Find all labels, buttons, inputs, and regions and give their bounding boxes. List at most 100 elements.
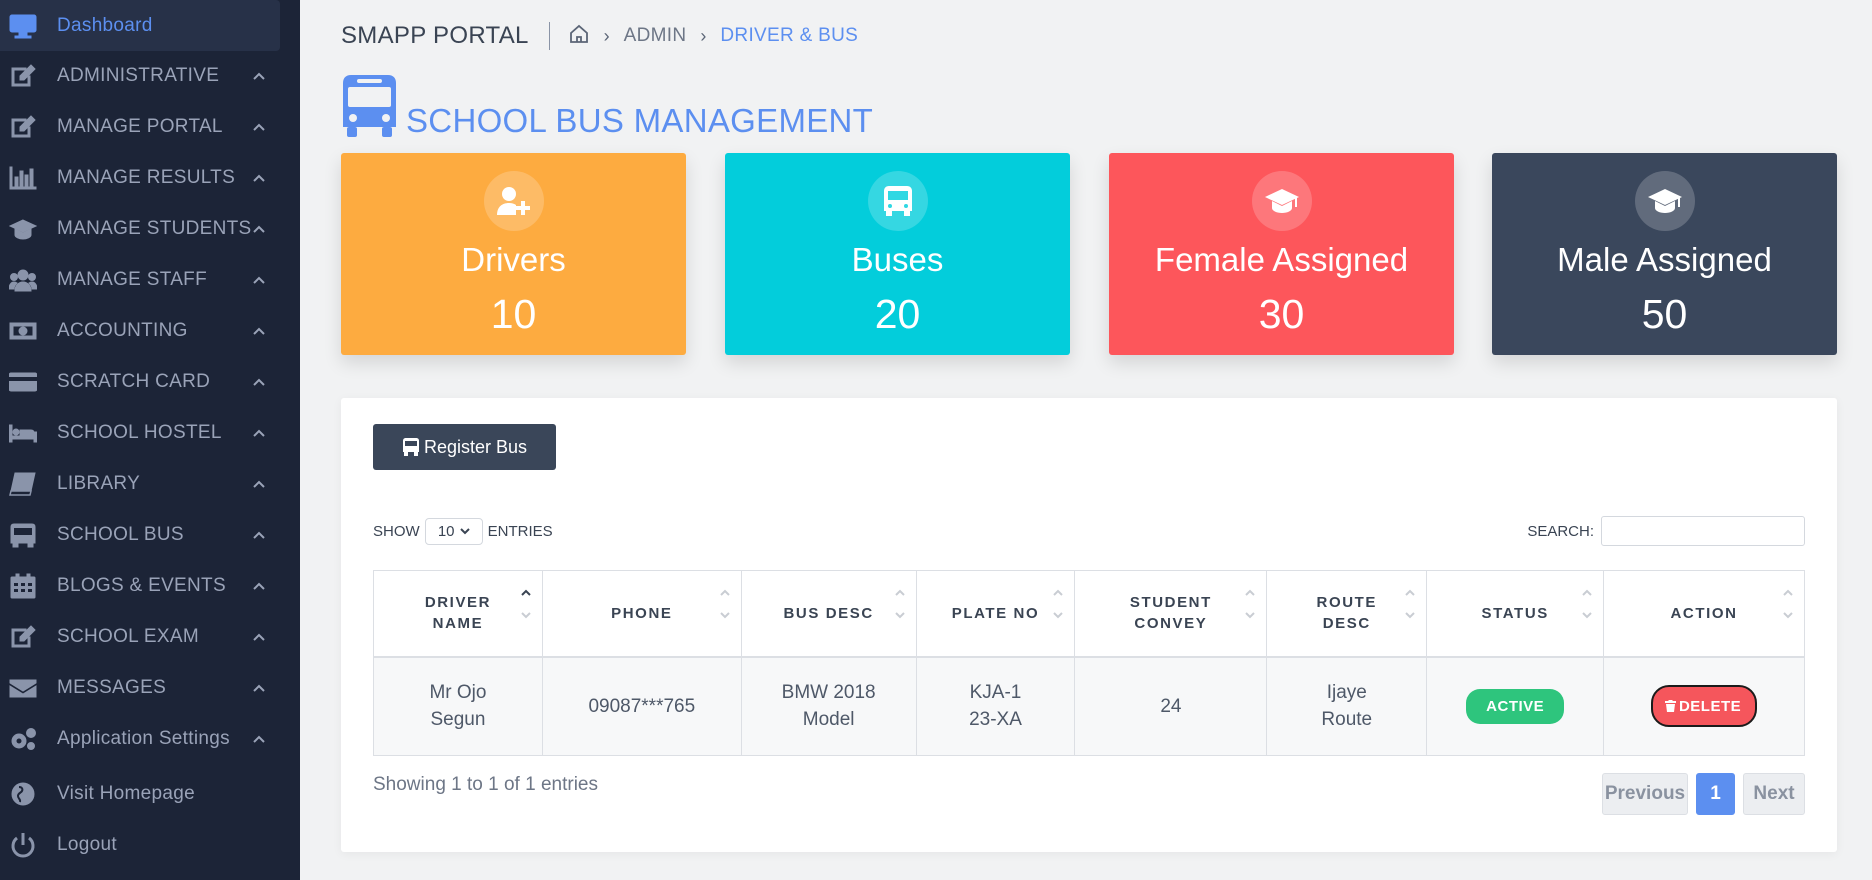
page-length-select[interactable]: 10 [424, 518, 483, 545]
show-label: SHOW [373, 523, 420, 540]
globe-icon [8, 780, 38, 808]
sidebar-item-label: MANAGE STAFF [57, 268, 207, 290]
stat-value: 10 [490, 291, 537, 337]
chevron-up-icon [252, 375, 266, 389]
pagination-page-1[interactable]: 1 [1696, 773, 1735, 815]
sort-icon [1782, 587, 1794, 627]
table-header-row: DRIVER NAME PHONE BUS DESC PLATE NO STUD… [373, 570, 1805, 658]
chevron-up-icon [252, 120, 266, 134]
page-length-control: SHOW 10 ENTRIES [373, 518, 553, 545]
delete-button[interactable]: DELETE [1650, 685, 1758, 728]
sidebar-item-label: SCRATCH CARD [57, 370, 211, 392]
cell-student-convey: 24 [1074, 656, 1268, 756]
sort-icon [1404, 587, 1416, 627]
column-header-student-convey[interactable]: STUDENT CONVEY [1074, 570, 1268, 658]
page-length-value: 10 [437, 523, 455, 540]
trash-icon [1664, 700, 1676, 713]
sidebar-item-manage-results[interactable]: MANAGE RESULTS [0, 152, 300, 203]
sidebar-item-school-bus[interactable]: SCHOOL BUS [0, 509, 300, 560]
sort-icon [1581, 587, 1593, 627]
stat-label: Drivers [461, 241, 566, 278]
sidebar-item-library[interactable]: LIBRARY [0, 458, 300, 509]
stat-label: Male Assigned [1557, 241, 1772, 278]
column-header-bus-desc[interactable]: BUS DESC [740, 570, 917, 658]
power-icon [8, 831, 38, 859]
column-header-route-desc[interactable]: ROUTE DESC [1266, 570, 1428, 658]
user-plus-icon [483, 171, 544, 231]
sidebar: Dashboard ADMINISTRATIVE MANAGE PORTAL M… [0, 0, 300, 880]
sidebar-item-label: SCHOOL BUS [57, 523, 184, 545]
bus-icon [867, 171, 928, 231]
sort-icon [1052, 587, 1064, 627]
chevron-up-icon [252, 528, 266, 542]
pagination-previous-button[interactable]: Previous [1602, 773, 1688, 815]
column-header-phone[interactable]: PHONE [541, 570, 742, 658]
book-icon [8, 470, 38, 498]
column-header-driver-name[interactable]: DRIVER NAME [373, 570, 543, 658]
sidebar-item-label: SCHOOL HOSTEL [57, 421, 222, 443]
edit-icon [8, 62, 38, 90]
cell-driver-name: Mr Ojo Segun [373, 656, 543, 756]
sidebar-item-school-exam[interactable]: SCHOOL EXAM [0, 611, 300, 662]
users-icon [8, 266, 38, 294]
search-input[interactable] [1601, 516, 1805, 546]
table-info: Showing 1 to 1 of 1 entries [373, 774, 598, 795]
chevron-up-icon [252, 273, 266, 287]
stat-card-male-assigned: Male Assigned 50 [1492, 153, 1837, 355]
calendar-icon [8, 572, 38, 600]
cell-plate-no: KJA-123-XA [915, 656, 1076, 756]
sidebar-item-school-hostel[interactable]: SCHOOL HOSTEL [0, 407, 300, 458]
sidebar-item-application-settings[interactable]: Application Settings [0, 713, 300, 764]
stat-card-female-assigned: Female Assigned 30 [1109, 153, 1454, 355]
sidebar-item-visit-homepage[interactable]: Visit Homepage [0, 768, 300, 819]
brand-title[interactable]: SMAPP PORTAL [341, 22, 529, 50]
home-icon[interactable] [568, 23, 590, 50]
chevron-up-icon [252, 324, 266, 338]
breadcrumb-admin[interactable]: ADMIN [624, 25, 687, 47]
graduation-cap-icon [1634, 171, 1695, 231]
sidebar-item-label: LIBRARY [57, 472, 141, 494]
sidebar-item-manage-students[interactable]: MANAGE STUDENTS [0, 203, 300, 254]
table-row: Mr Ojo Segun 09087***765 BMW 2018 Model … [373, 656, 1805, 756]
register-bus-button[interactable]: Register Bus [373, 424, 556, 470]
divider [548, 22, 550, 50]
chevron-up-icon [252, 426, 266, 440]
chevron-up-icon [252, 171, 266, 185]
edit-icon [8, 113, 38, 141]
sidebar-item-label: ACCOUNTING [57, 319, 188, 341]
sidebar-item-dashboard[interactable]: Dashboard [0, 0, 280, 51]
pagination: Previous 1 Next [1594, 773, 1805, 815]
sidebar-item-messages[interactable]: MESSAGES [0, 662, 300, 713]
chevron-up-icon [252, 630, 266, 644]
sidebar-item-blogs-events[interactable]: BLOGS & EVENTS [0, 560, 300, 611]
sidebar-item-label: SCHOOL EXAM [57, 625, 199, 647]
sidebar-item-manage-staff[interactable]: MANAGE STAFF [0, 254, 300, 305]
sidebar-item-manage-portal[interactable]: MANAGE PORTAL [0, 101, 300, 152]
cell-bus-desc: BMW 2018 Model [740, 656, 917, 756]
sidebar-item-accounting[interactable]: ACCOUNTING [0, 305, 300, 356]
pagination-next-button[interactable]: Next [1743, 773, 1805, 815]
chevron-up-icon [252, 732, 266, 746]
monitor-icon [8, 12, 38, 40]
status-badge: ACTIVE [1466, 688, 1565, 724]
bus-icon [8, 521, 38, 549]
stat-value: 50 [1641, 291, 1688, 337]
breadcrumb-separator: › [700, 25, 707, 46]
sidebar-item-scratch-card[interactable]: SCRATCH CARD [0, 356, 300, 407]
sort-icon [1244, 587, 1256, 627]
page-title: SCHOOL BUS MANAGEMENT [341, 75, 873, 144]
search-control: SEARCH: [1527, 516, 1805, 546]
bus-icon [341, 73, 398, 144]
column-header-status[interactable]: STATUS [1426, 570, 1605, 658]
breadcrumb-driver-bus: DRIVER & BUS [720, 25, 859, 46]
entries-label: ENTRIES [487, 523, 553, 540]
graduation-cap-icon [1251, 171, 1312, 231]
column-header-action[interactable]: ACTION [1603, 570, 1805, 658]
envelope-icon [8, 674, 38, 702]
stat-value: 20 [874, 291, 921, 337]
column-header-plate-no[interactable]: PLATE NO [915, 570, 1076, 658]
graduation-cap-icon [8, 215, 38, 243]
sidebar-item-logout[interactable]: Logout [0, 819, 300, 870]
stat-value: 30 [1258, 291, 1305, 337]
sidebar-item-administrative[interactable]: ADMINISTRATIVE [0, 50, 300, 101]
